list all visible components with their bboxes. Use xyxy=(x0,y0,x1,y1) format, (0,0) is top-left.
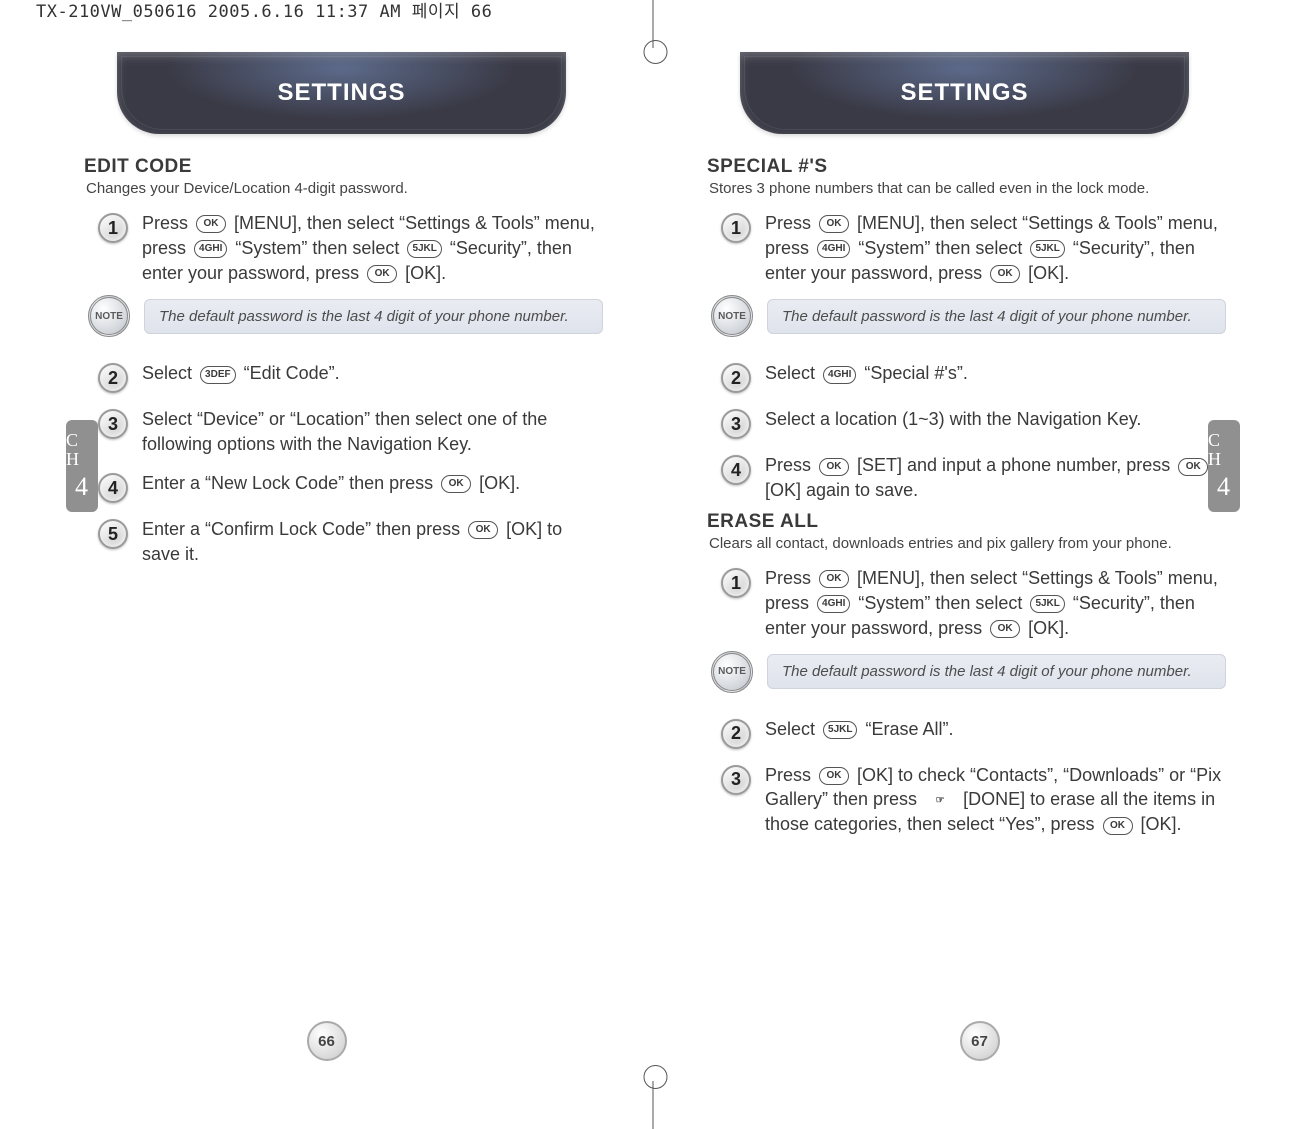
chapter-tab-label: C H xyxy=(1208,431,1240,469)
step-text: Select “Device” or “Location” then selec… xyxy=(142,407,603,457)
note-badge-icon: NOTE xyxy=(711,295,753,337)
page-left: SETTINGS EDIT CODE Changes your Device/Lo… xyxy=(0,0,653,1129)
note-badge-icon: NOTE xyxy=(711,651,753,693)
note-row: NOTE The default password is the last 4 d… xyxy=(711,651,1226,693)
ok-key-icon: OK xyxy=(1178,458,1208,476)
step-text: Enter a “Confirm Lock Code” then press O… xyxy=(142,517,603,567)
ok-key-icon: OK xyxy=(819,458,849,476)
step-text: Press OK [MENU], then select “Settings &… xyxy=(765,566,1226,640)
ok-key-icon: OK xyxy=(468,521,498,539)
step-number-badge: 2 xyxy=(721,363,751,393)
step-row: 4 Press OK [SET] and input a phone number… xyxy=(721,453,1226,503)
ok-key-icon: OK xyxy=(367,265,397,283)
ok-key-icon: OK xyxy=(819,570,849,588)
step-text: Select 5JKL “Erase All”. xyxy=(765,717,1226,742)
page-header-pill: SETTINGS xyxy=(740,52,1190,134)
ok-key-icon: OK xyxy=(196,215,226,233)
step-text: Press OK [MENU], then select “Settings &… xyxy=(142,211,603,285)
step-row: 5 Enter a “Confirm Lock Code” then press … xyxy=(98,517,603,567)
numkey-icon: 5JKL xyxy=(1030,240,1064,258)
ok-key-icon: OK xyxy=(441,475,471,493)
step-text: Select a location (1~3) with the Navigat… xyxy=(765,407,1226,432)
step-number-badge: 4 xyxy=(721,455,751,485)
chapter-tab-number: 4 xyxy=(75,473,89,500)
chapter-tab-label: C H xyxy=(66,431,98,469)
section-title: SPECIAL #'S xyxy=(707,156,1226,178)
step-row: 3 Select “Device” or “Location” then sele… xyxy=(98,407,603,457)
step-row: 1 Press OK [MENU], then select “Settings … xyxy=(98,211,603,285)
note-text: The default password is the last 4 digit… xyxy=(144,299,603,334)
section-title: ERASE ALL xyxy=(707,511,1226,533)
step-row: 1 Press OK [MENU], then select “Settings … xyxy=(721,566,1226,640)
section-subtitle: Clears all contact, downloads entries an… xyxy=(709,535,1226,552)
step-text: Press OK [OK] to check “Contacts”, “Down… xyxy=(765,763,1226,837)
numkey-icon: 4GHI xyxy=(817,595,850,613)
page-header-title: SETTINGS xyxy=(277,79,405,107)
chapter-tab: C H 4 xyxy=(1208,420,1240,512)
numkey-icon: 4GHI xyxy=(823,366,856,384)
step-row: 2 Select 4GHI “Special #'s”. xyxy=(721,361,1226,393)
step-text: Select 3DEF “Edit Code”. xyxy=(142,361,603,386)
section-subtitle: Changes your Device/Location 4-digit pas… xyxy=(86,180,603,197)
step-number-badge: 4 xyxy=(98,473,128,503)
step-number-badge: 2 xyxy=(721,719,751,749)
numkey-icon: 5JKL xyxy=(1030,595,1064,613)
step-row: 3 Press OK [OK] to check “Contacts”, “Dow… xyxy=(721,763,1226,837)
step-text: Enter a “New Lock Code” then press OK [O… xyxy=(142,471,603,496)
ok-key-icon: OK xyxy=(1103,817,1133,835)
numkey-icon: 3DEF xyxy=(200,366,236,384)
numkey-icon: 5JKL xyxy=(823,721,857,739)
page-header-title: SETTINGS xyxy=(900,79,1028,107)
note-badge-icon: NOTE xyxy=(88,295,130,337)
step-number-badge: 1 xyxy=(721,568,751,598)
step-row: 3 Select a location (1~3) with the Naviga… xyxy=(721,407,1226,439)
step-number-badge: 1 xyxy=(721,213,751,243)
ok-key-icon: OK xyxy=(819,215,849,233)
chapter-tab: C H 4 xyxy=(66,420,98,512)
section-container: EDIT CODE Changes your Device/Location 4-… xyxy=(80,156,603,567)
step-row: 1 Press OK [MENU], then select “Settings … xyxy=(721,211,1226,285)
chapter-tab-number: 4 xyxy=(1217,473,1231,500)
hand-icon: ☞ xyxy=(925,792,955,810)
step-row: 2 Select 5JKL “Erase All”. xyxy=(721,717,1226,749)
page-right: SETTINGS SPECIAL #'S Stores 3 phone numbe… xyxy=(653,0,1306,1129)
section-title: EDIT CODE xyxy=(84,156,603,178)
numkey-icon: 5JKL xyxy=(407,240,441,258)
step-number-badge: 3 xyxy=(98,409,128,439)
section-subtitle: Stores 3 phone numbers that can be calle… xyxy=(709,180,1226,197)
section-container: SPECIAL #'S Stores 3 phone numbers that c… xyxy=(703,156,1226,837)
step-number-badge: 2 xyxy=(98,363,128,393)
note-text: The default password is the last 4 digit… xyxy=(767,654,1226,689)
note-text: The default password is the last 4 digit… xyxy=(767,299,1226,334)
page-number-badge: 67 xyxy=(960,1021,1000,1061)
ok-key-icon: OK xyxy=(990,620,1020,638)
step-text: Press OK [MENU], then select “Settings &… xyxy=(765,211,1226,285)
page-header-pill: SETTINGS xyxy=(117,52,567,134)
ok-key-icon: OK xyxy=(990,265,1020,283)
page-number-badge: 66 xyxy=(307,1021,347,1061)
note-row: NOTE The default password is the last 4 d… xyxy=(88,295,603,337)
step-number-badge: 3 xyxy=(721,765,751,795)
ok-key-icon: OK xyxy=(819,767,849,785)
step-number-badge: 5 xyxy=(98,519,128,549)
step-number-badge: 1 xyxy=(98,213,128,243)
step-text: Press OK [SET] and input a phone number,… xyxy=(765,453,1226,503)
step-row: 4 Enter a “New Lock Code” then press OK [… xyxy=(98,471,603,503)
note-row: NOTE The default password is the last 4 d… xyxy=(711,295,1226,337)
step-row: 2 Select 3DEF “Edit Code”. xyxy=(98,361,603,393)
step-number-badge: 3 xyxy=(721,409,751,439)
step-text: Select 4GHI “Special #'s”. xyxy=(765,361,1226,386)
numkey-icon: 4GHI xyxy=(817,240,850,258)
numkey-icon: 4GHI xyxy=(194,240,227,258)
